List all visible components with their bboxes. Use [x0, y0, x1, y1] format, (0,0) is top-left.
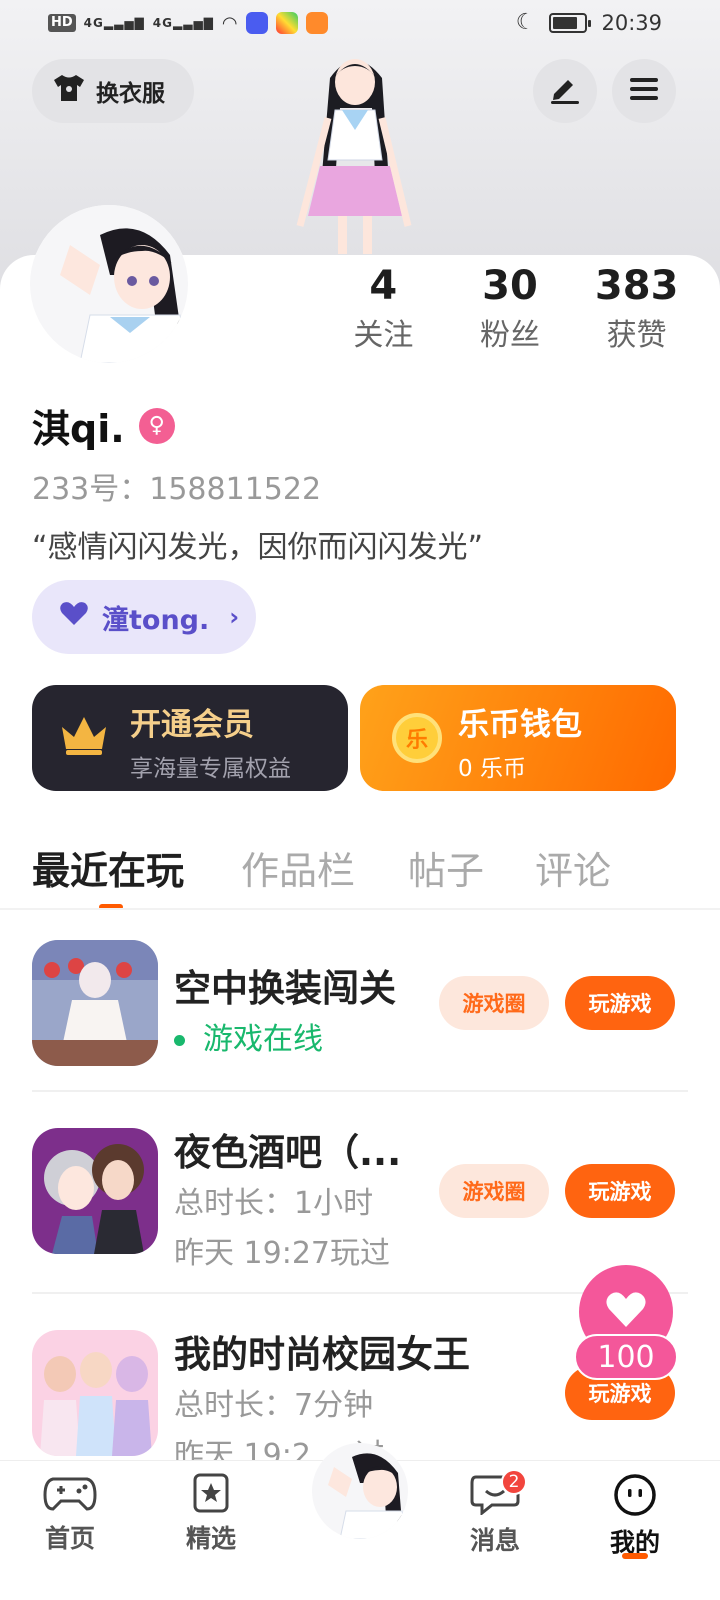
stat-label: 粉丝: [480, 318, 540, 353]
stat-likes[interactable]: 383 获赞: [573, 258, 700, 358]
edit-profile-button[interactable]: [533, 59, 597, 123]
female-icon: ♀: [138, 407, 175, 444]
profile-tabs: 最近在玩 作品栏 帖子 评论: [32, 840, 692, 910]
wifi-icon: ◠: [221, 12, 238, 34]
menu-icon: [628, 76, 660, 106]
nav-active-indicator: [622, 1553, 648, 1559]
nav-featured[interactable]: 精选: [151, 1473, 271, 1555]
tab-recently-played[interactable]: 最近在玩: [32, 840, 184, 895]
tabs-divider: [0, 908, 720, 910]
username-row: 淇qi. ♀: [32, 398, 175, 453]
avatar-character[interactable]: [290, 48, 420, 260]
stat-value: 383: [594, 263, 679, 309]
game-name: 我的时尚校园女王: [174, 1333, 470, 1376]
game-name: 空中换装闯关: [174, 967, 396, 1010]
stat-following[interactable]: 4 关注: [320, 258, 447, 358]
play-game-button[interactable]: 玩游戏: [565, 1164, 675, 1218]
tab-works[interactable]: 作品栏: [241, 840, 355, 895]
game-circle-button[interactable]: 游戏圈: [439, 1164, 549, 1218]
stat-label: 获赞: [606, 318, 667, 353]
nav-home[interactable]: 首页: [10, 1473, 130, 1555]
game-playtime: 总时长：7分钟: [174, 1388, 374, 1423]
crown-icon: [58, 713, 110, 761]
app-icon-2: [275, 12, 298, 34]
relationship-tag[interactable]: 潼tong. ›: [32, 580, 256, 654]
profile-stats: 4 关注 30 粉丝 383 获赞: [320, 258, 700, 358]
pencil-icon: [548, 74, 582, 108]
stat-value: 30: [482, 263, 538, 309]
nav-featured-label: 精选: [185, 1524, 236, 1553]
nav-messages-label: 消息: [469, 1526, 520, 1555]
gamepad-icon: [43, 1477, 97, 1517]
game-last-played: 昨天 19:27玩过: [174, 1236, 390, 1271]
game-thumbnail[interactable]: [32, 1128, 158, 1254]
stat-followers[interactable]: 30 粉丝: [447, 258, 574, 358]
game-thumbnail[interactable]: [32, 940, 158, 1066]
battery-icon: [549, 12, 592, 33]
clock: 20:39: [601, 10, 662, 35]
nav-messages[interactable]: 2 消息: [435, 1469, 555, 1557]
list-divider: [32, 1090, 688, 1092]
nav-center-avatar[interactable]: [312, 1443, 408, 1539]
menu-button[interactable]: [612, 59, 676, 123]
game-playtime: 总时长：1小时: [174, 1186, 374, 1221]
like-count-badge: 100: [574, 1334, 678, 1380]
status-bar: HD 4G▂▃▅▇ 4G▂▃▅▇ ◠ ☾ 20:39: [0, 0, 720, 48]
video-app-icon: [305, 12, 328, 34]
star-bookmark-icon: [189, 1473, 233, 1517]
coin-icon: 乐: [392, 713, 442, 763]
online-dot: [174, 1035, 185, 1046]
game-name: 夜色酒吧（...: [174, 1131, 402, 1174]
play-game-button[interactable]: 玩游戏: [565, 976, 675, 1030]
bottom-nav: 首页 精选 2 消息 我的: [0, 1443, 720, 1600]
user-bio: “感情闪闪发光，因你而闪闪发光”: [32, 530, 484, 565]
game-circle-button[interactable]: 游戏圈: [439, 976, 549, 1030]
heart-icon: [604, 1291, 648, 1333]
signal-2: 4G▂▃▅▇: [152, 16, 214, 30]
shirt-icon: [52, 73, 86, 109]
chat-bubble-icon: [470, 1475, 520, 1519]
tag-label: 潼tong.: [102, 604, 210, 636]
username: 淇qi.: [32, 407, 125, 451]
avatar[interactable]: [30, 205, 188, 363]
game-status: 游戏在线: [174, 1014, 323, 1058]
game-thumbnail[interactable]: [32, 1330, 158, 1456]
vip-subtitle: 享海量专属权益: [130, 756, 291, 782]
wallet-card[interactable]: 乐 乐币钱包 0 乐币: [360, 685, 676, 791]
list-item[interactable]: 空中换装闯关 游戏在线 游戏圈 玩游戏: [32, 940, 688, 1142]
chevron-right-icon: ›: [229, 603, 240, 631]
moon-icon: ☾: [515, 10, 536, 35]
music-app-icon: [245, 12, 268, 34]
user-id: 233号：158811522: [32, 472, 322, 507]
vip-title: 开通会员: [130, 707, 254, 743]
nav-home-label: 首页: [44, 1524, 95, 1553]
change-outfit-label: 换衣服: [96, 81, 165, 107]
wallet-balance: 0 乐币: [458, 756, 526, 782]
vip-card[interactable]: 开通会员 享海量专属权益: [32, 685, 348, 791]
change-outfit-button[interactable]: 换衣服: [32, 59, 194, 123]
signal-1: 4G▂▃▅▇: [83, 16, 145, 30]
tab-posts[interactable]: 帖子: [408, 840, 484, 895]
messages-badge: 2: [501, 1469, 527, 1495]
profile-page: HD 4G▂▃▅▇ 4G▂▃▅▇ ◠ ☾ 20:39 换衣服 4 关注 30 粉…: [0, 0, 720, 1600]
stat-label: 关注: [353, 318, 414, 353]
heart-icon: [58, 601, 90, 634]
stat-value: 4: [369, 263, 398, 309]
smiley-icon: [613, 1474, 657, 1521]
tab-comments[interactable]: 评论: [535, 840, 611, 895]
hd-badge: HD: [48, 14, 76, 32]
nav-mine[interactable]: 我的: [575, 1473, 695, 1559]
wallet-title: 乐币钱包: [458, 707, 582, 743]
